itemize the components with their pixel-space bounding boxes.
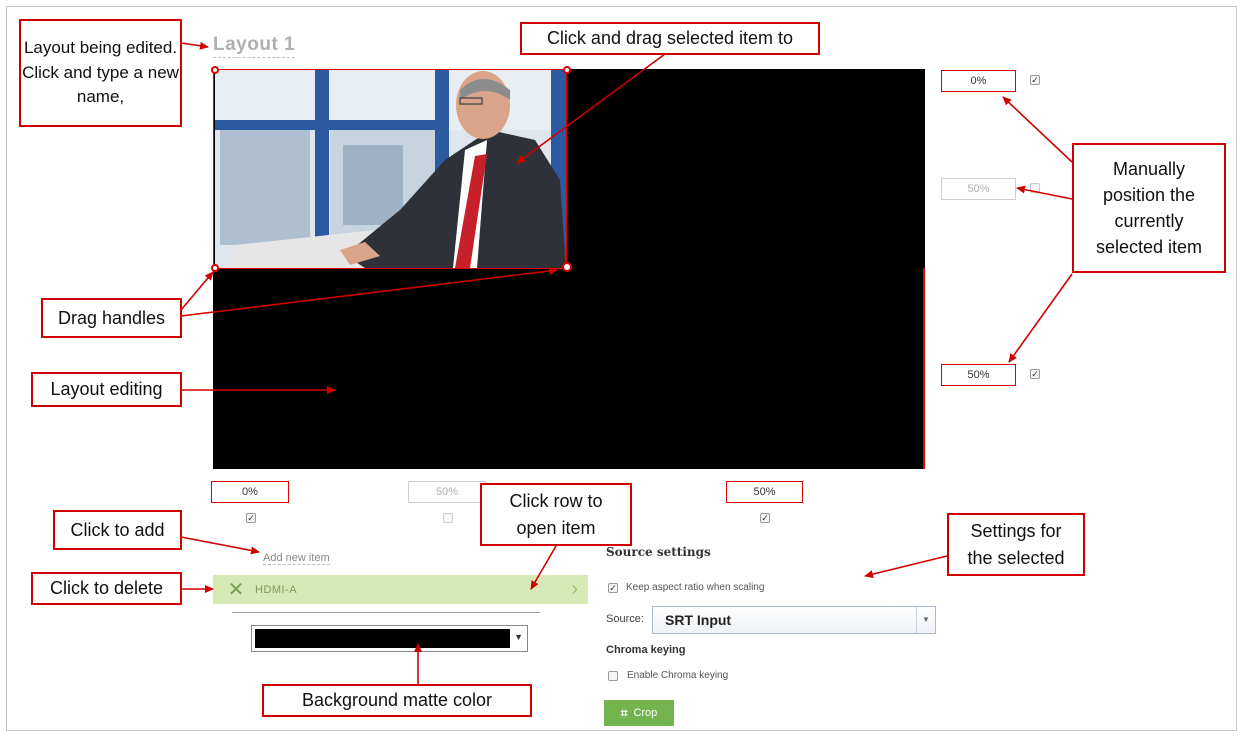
- callout-click-row: Click row to open item: [480, 483, 632, 546]
- callout-click-drag: Click and drag selected item to: [520, 22, 820, 55]
- callout-click-to-delete: Click to delete: [31, 572, 182, 605]
- callout-manually-position: Manually position the currently selected…: [1072, 143, 1226, 273]
- callout-layout-being-edited: Layout being edited. Click and type a ne…: [19, 19, 182, 127]
- callout-settings-selected: Settings for the selected: [947, 513, 1085, 576]
- callout-background-matte: Background matte color: [262, 684, 532, 717]
- annotation-arrows: [180, 41, 1073, 685]
- callout-click-to-add: Click to add: [53, 510, 182, 550]
- callout-layout-editing: Layout editing: [31, 372, 182, 407]
- callout-drag-handles: Drag handles: [41, 298, 182, 338]
